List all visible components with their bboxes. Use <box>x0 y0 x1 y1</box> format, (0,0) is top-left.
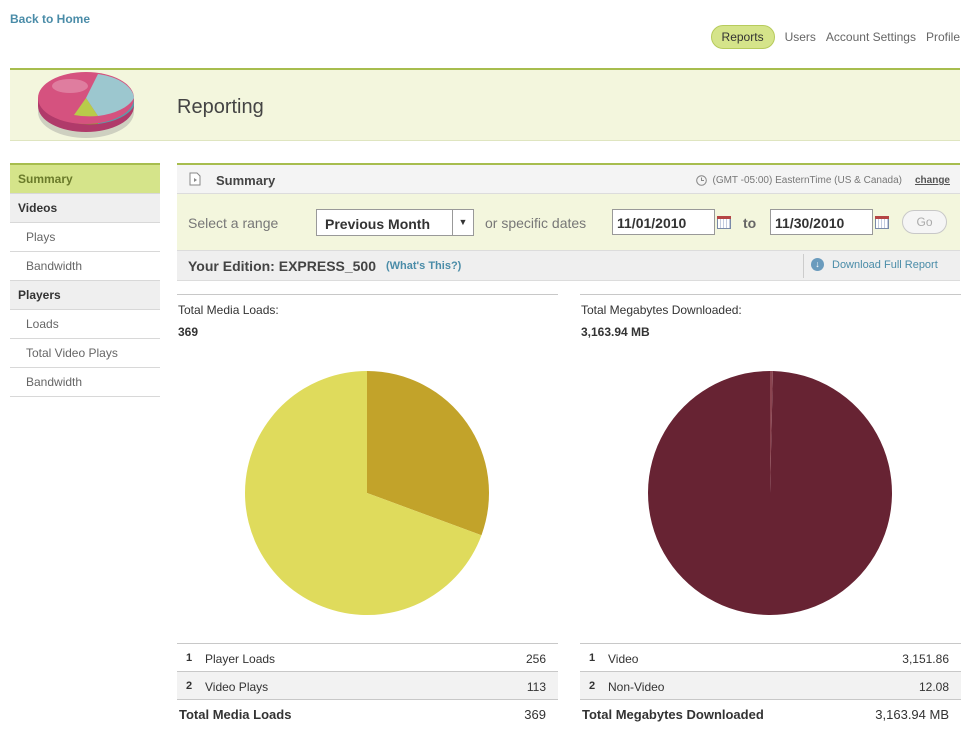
media-loads-pie-chart <box>244 371 489 615</box>
range-select-value: Previous Month <box>325 216 431 232</box>
edition-label: Your Edition: EXPRESS_500 <box>188 258 377 274</box>
row-number: 2 <box>589 680 596 692</box>
row-amount: 12.08 <box>918 680 949 694</box>
metric-label: Total Media Loads: <box>178 303 279 317</box>
timezone-text: (GMT -05:00) EasternTime (US & Canada) <box>712 175 902 186</box>
table-row: 2 Non-Video 12.08 <box>580 671 961 699</box>
download-icon: ↓ <box>811 258 824 271</box>
row-name: Player Loads <box>205 652 276 666</box>
row-number: 1 <box>589 652 596 664</box>
pie-chart-logo-icon <box>38 72 134 138</box>
nav-users[interactable]: Users <box>785 30 816 44</box>
to-label: to <box>743 215 757 231</box>
download-label: Download Full Report <box>832 258 938 271</box>
metric-value: 3,163.94 MB <box>581 325 650 339</box>
edition-bar: Your Edition: EXPRESS_500 (What's This?)… <box>177 251 960 281</box>
back-to-home-link[interactable]: Back to Home <box>10 12 90 26</box>
total-row: Total Media Loads 369 <box>177 699 558 727</box>
row-name: Video <box>608 652 639 666</box>
row-number: 1 <box>186 652 193 664</box>
timezone-label: (GMT -05:00) EasternTime (US & Canada) <box>696 175 902 186</box>
row-amount: 3,151.86 <box>902 652 949 666</box>
specific-dates-label: or specific dates <box>485 215 587 231</box>
sidebar-item-player-bandwidth[interactable]: Bandwidth <box>10 368 160 397</box>
row-name: Video Plays <box>205 680 269 694</box>
total-value: 3,163.94 MB <box>875 707 949 722</box>
range-select[interactable]: Previous Month ▼ <box>316 209 474 236</box>
metric-value: 369 <box>178 325 199 339</box>
clock-icon <box>696 175 708 186</box>
summary-title: Summary <box>216 173 276 188</box>
divider <box>803 254 804 278</box>
nav-profile[interactable]: Profile <box>926 30 960 44</box>
summary-header: Summary (GMT -05:00) EasternTime (US & C… <box>177 163 960 194</box>
sidebar: Summary Videos Plays Bandwidth Players L… <box>10 163 160 397</box>
nav-account-settings[interactable]: Account Settings <box>826 30 916 44</box>
megabytes-pie-chart <box>647 371 892 615</box>
total-label: Total Media Loads <box>179 707 292 722</box>
total-value: 369 <box>524 707 546 722</box>
end-date-field[interactable]: 11/30/2010 <box>770 209 873 235</box>
media-loads-table: 1 Player Loads 256 2 Video Plays 113 Tot… <box>177 643 558 727</box>
row-amount: 256 <box>525 652 546 666</box>
nav-reports[interactable]: Reports <box>710 25 775 49</box>
download-full-report-link[interactable]: ↓ Download Full Report <box>811 258 938 271</box>
megabytes-panel: Total Megabytes Downloaded: 3,163.94 MB … <box>580 294 961 739</box>
sidebar-item-loads[interactable]: Loads <box>10 310 160 339</box>
table-row: 1 Video 3,151.86 <box>580 643 961 671</box>
row-name: Non-Video <box>608 680 665 694</box>
table-row: 1 Player Loads 256 <box>177 643 558 671</box>
row-number: 2 <box>186 680 193 692</box>
media-loads-panel: Total Media Loads: 369 1 Player Loads 25… <box>177 294 558 739</box>
calendar-icon[interactable] <box>875 216 889 229</box>
total-row: Total Megabytes Downloaded 3,163.94 MB <box>580 699 961 727</box>
sidebar-item-total-video-plays[interactable]: Total Video Plays <box>10 339 160 368</box>
page-title: Reporting <box>177 96 264 118</box>
whats-this-link[interactable]: (What's This?) <box>386 260 461 272</box>
document-icon <box>189 172 201 186</box>
change-timezone-link[interactable]: change <box>915 175 950 186</box>
metric-label: Total Megabytes Downloaded: <box>581 303 742 317</box>
main-content: Summary (GMT -05:00) EasternTime (US & C… <box>177 163 960 281</box>
chevron-down-icon[interactable]: ▼ <box>452 210 473 235</box>
sidebar-section-videos[interactable]: Videos <box>10 194 160 223</box>
calendar-icon[interactable] <box>717 216 731 229</box>
start-date-field[interactable]: 11/01/2010 <box>612 209 715 235</box>
date-range-bar: Select a range Previous Month ▼ or speci… <box>177 194 960 251</box>
table-row: 2 Video Plays 113 <box>177 671 558 699</box>
divider <box>177 294 558 295</box>
sidebar-section-players[interactable]: Players <box>10 281 160 310</box>
sidebar-item-video-bandwidth[interactable]: Bandwidth <box>10 252 160 281</box>
pie-slice-video <box>647 371 892 615</box>
total-label: Total Megabytes Downloaded <box>582 707 764 722</box>
select-range-label: Select a range <box>188 215 279 231</box>
page-banner: Reporting <box>10 68 960 141</box>
row-amount: 113 <box>526 680 546 694</box>
megabytes-table: 1 Video 3,151.86 2 Non-Video 12.08 Total… <box>580 643 961 727</box>
sidebar-item-summary[interactable]: Summary <box>10 163 160 194</box>
go-button[interactable]: Go <box>902 210 947 234</box>
top-nav: Reports Users Account Settings Profile <box>710 25 960 49</box>
sidebar-item-plays[interactable]: Plays <box>10 223 160 252</box>
divider <box>580 294 961 295</box>
